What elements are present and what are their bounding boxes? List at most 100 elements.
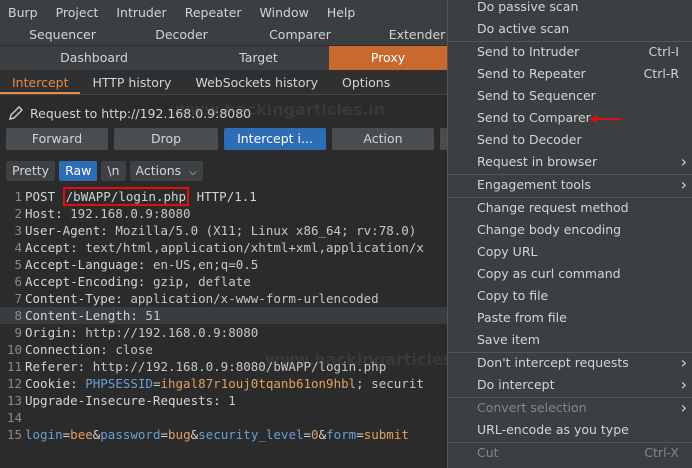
red-arrow-annotation (589, 115, 621, 123)
actions-label: Actions (135, 163, 182, 178)
code-token: 1 (228, 393, 236, 408)
highlighted-path: /bWAPP/login.php (62, 187, 190, 206)
code-token: Cookie: (25, 376, 86, 391)
menu-item-label: Paste from file (477, 310, 567, 325)
actions-dropdown[interactable]: Actions ⌵ (129, 161, 203, 181)
pretty-button[interactable]: Pretty (6, 161, 56, 181)
code-token: 192.168.0.9:8080 (70, 206, 191, 221)
raw-button[interactable]: Raw (59, 161, 98, 181)
tab-decoder[interactable]: Decoder (125, 24, 238, 45)
subtab-intercept[interactable]: Intercept (0, 70, 81, 94)
menu-item-send-to-sequencer[interactable]: Send to Sequencer (448, 85, 692, 107)
newline-toggle-button[interactable]: \n (101, 161, 126, 181)
line-number: 8 (14, 308, 22, 323)
menu-item-change-body-encoding[interactable]: Change body encoding (448, 219, 692, 241)
menu-burp[interactable]: Burp (8, 5, 38, 20)
code-token: bug (168, 427, 191, 442)
line-code: Upgrade-Insecure-Requests: 1 (24, 393, 236, 408)
line-code: Cookie: PHPSESSID=ihgal87r1ouj0tqanb61on… (24, 376, 424, 391)
menu-item-send-to-intruder[interactable]: Send to Intruder Ctrl-I (448, 41, 692, 63)
code-token: Accept-Language: (25, 257, 153, 272)
menu-window[interactable]: Window (260, 5, 309, 20)
menu-item-don-t-intercept-requests[interactable]: Don't intercept requests › (448, 352, 692, 374)
menu-item-change-request-method[interactable]: Change request method (448, 197, 692, 219)
menu-item-do-passive-scan[interactable]: Do passive scan (448, 0, 692, 18)
menu-item-copy-url[interactable]: Copy URL (448, 241, 692, 263)
menu-item-do-active-scan[interactable]: Do active scan (448, 18, 692, 40)
line-number: 10 (6, 342, 22, 357)
menu-item-label: URL-encode as you type (477, 422, 629, 437)
line-number: 15 (6, 427, 22, 442)
menu-item-do-intercept[interactable]: Do intercept › (448, 374, 692, 396)
menu-item-send-to-repeater[interactable]: Send to Repeater Ctrl-R (448, 63, 692, 85)
menu-item-label: Save item (477, 332, 540, 347)
menu-item-label: Send to Intruder (477, 44, 580, 59)
menu-help[interactable]: Help (327, 5, 356, 20)
menu-item-send-to-decoder[interactable]: Send to Decoder (448, 129, 692, 151)
menu-item-convert-selection: Convert selection › (448, 397, 692, 419)
line-code: Origin: http://192.168.0.9:8080 (24, 325, 258, 340)
line-number: 13 (6, 393, 22, 408)
drop-button[interactable]: Drop (114, 128, 218, 150)
code-token: User-Agent: (25, 223, 116, 238)
menu-item-copy-as-curl-command[interactable]: Copy as curl command (448, 263, 692, 285)
line-code: Accept-Encoding: gzip, deflate (24, 274, 251, 289)
line-number: 1 (14, 189, 22, 204)
code-token: Host: (25, 206, 71, 221)
menu-item-label: Request in browser (477, 154, 598, 169)
menu-item-label: Copy to file (477, 288, 549, 303)
menu-item-engagement-tools[interactable]: Engagement tools › (448, 174, 692, 196)
menu-repeater[interactable]: Repeater (185, 5, 242, 20)
subtab-http-history[interactable]: HTTP history (80, 70, 183, 94)
menu-item-label: Don't intercept requests (477, 355, 629, 370)
menu-item-label: Cut (477, 445, 499, 460)
forward-button[interactable]: Forward (6, 128, 108, 150)
line-number: 2 (14, 206, 22, 221)
chevron-right-icon: › (680, 398, 687, 417)
menu-item-label: Send to Sequencer (477, 88, 596, 103)
menu-item-copy-to-file[interactable]: Copy to file (448, 285, 692, 307)
code-token: en-US,en;q=0.5 (152, 257, 259, 272)
menu-item-label: Convert selection (477, 400, 587, 415)
tab-target[interactable]: Target (188, 46, 329, 70)
menu-item-label: Copy URL (477, 244, 538, 259)
watermark-top: www.hackingarticles.in (175, 100, 386, 119)
line-number: 3 (14, 223, 22, 238)
code-token: = (160, 427, 169, 442)
code-token: ; securit (356, 376, 424, 391)
menu-item-request-in-browser[interactable]: Request in browser › (448, 151, 692, 173)
code-token: application/x-www-form-urlencoded (130, 291, 379, 306)
code-token: Accept-Encoding: (25, 274, 153, 289)
code-token: security_level (198, 427, 304, 442)
intercept-toggle-button[interactable]: Intercept i... (224, 128, 326, 150)
tab-proxy[interactable]: Proxy (329, 46, 447, 70)
code-token: 51 (145, 308, 161, 323)
subtab-websockets-history[interactable]: WebSockets history (183, 70, 330, 94)
line-number: 12 (6, 376, 22, 391)
menu-item-save-item[interactable]: Save item (448, 329, 692, 351)
tab-dashboard[interactable]: Dashboard (0, 46, 188, 70)
menu-item-label: Engagement tools (477, 177, 591, 192)
menu-item-label: Do intercept (477, 377, 555, 392)
code-token: = (303, 427, 312, 442)
menu-item-url-encode-as-you-type[interactable]: URL-encode as you type (448, 419, 692, 441)
code-token: bee (70, 427, 93, 442)
code-token: text/html,application/xhtml+xml,applicat… (85, 240, 424, 255)
line-code: Accept: text/html,application/xhtml+xml,… (24, 240, 424, 255)
subtab-options[interactable]: Options (330, 70, 402, 94)
code-token: & (318, 427, 327, 442)
menu-item-label: Send to Decoder (477, 132, 582, 147)
code-token: submit (363, 427, 409, 442)
pencil-icon (9, 106, 23, 120)
menu-intruder[interactable]: Intruder (116, 5, 166, 20)
action-button[interactable]: Action (332, 128, 434, 150)
menu-project[interactable]: Project (56, 5, 99, 20)
menu-item-paste-from-file[interactable]: Paste from file (448, 307, 692, 329)
tab-sequencer[interactable]: Sequencer (0, 24, 125, 45)
menu-item-shortcut: Ctrl-R (643, 66, 679, 81)
menu-item-send-to-comparer[interactable]: Send to Comparer (448, 107, 692, 129)
menu-item-label: Send to Repeater (477, 66, 586, 81)
tab-comparer[interactable]: Comparer (238, 24, 362, 45)
code-token: Accept: (25, 240, 86, 255)
line-code: Content-Length: 51 (24, 308, 160, 323)
